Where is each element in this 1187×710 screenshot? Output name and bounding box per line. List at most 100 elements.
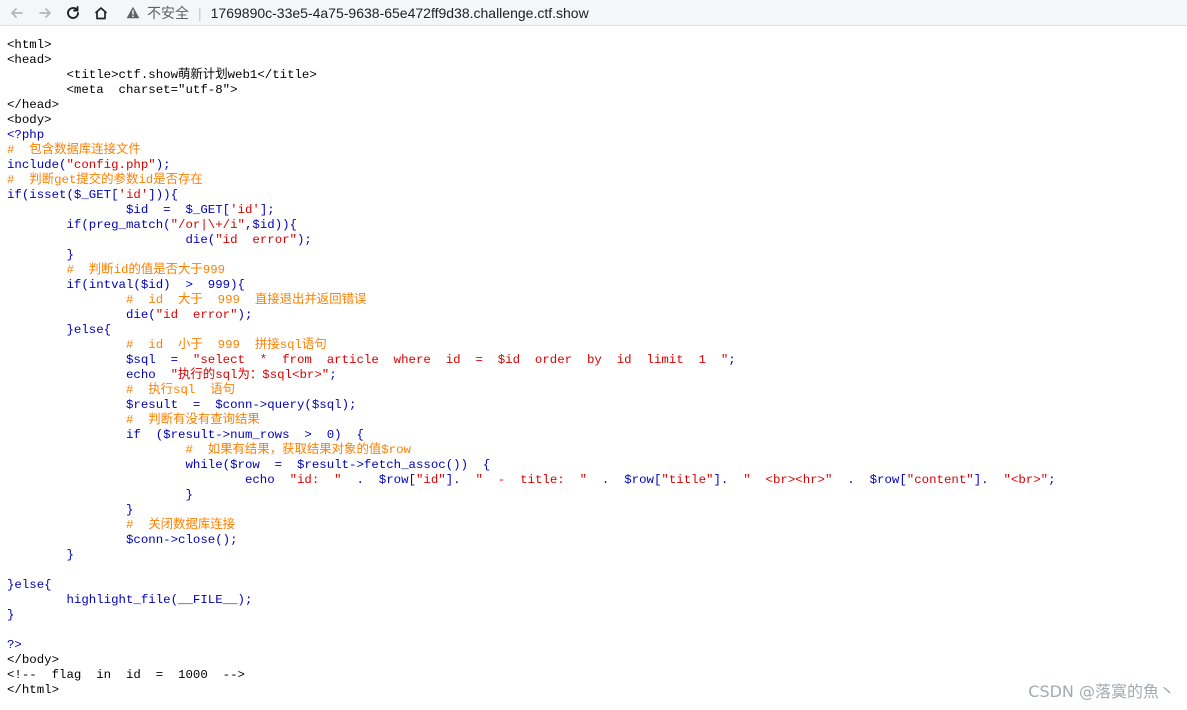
code-line: # 判断id的值是否大于999	[7, 263, 1187, 278]
code-token: "id error"	[215, 233, 297, 247]
code-line: $conn->close();	[7, 533, 1187, 548]
code-token: echo	[7, 473, 290, 487]
code-token: if(intval($id) > 999){	[7, 278, 245, 292]
code-token: ].	[445, 473, 476, 487]
code-token: ];	[259, 203, 275, 217]
code-line: die("id error");	[7, 233, 1187, 248]
code-token: <meta charset="utf-8">	[7, 83, 238, 97]
code-token: ].	[973, 473, 1004, 487]
code-line: # 执行sql 语句	[7, 383, 1187, 398]
insecure-label[interactable]: 不安全	[147, 3, 189, 23]
code-token: if ($result->num_rows > 0) {	[7, 428, 364, 442]
forward-arrow-icon	[39, 7, 51, 18]
warning-icon[interactable]	[126, 6, 140, 19]
code-token: "content"	[906, 473, 974, 487]
code-token: # 包含数据库连接文件	[7, 143, 141, 157]
code-line: <!-- flag in id = 1000 -->	[7, 668, 1187, 683]
code-token: <html>	[7, 38, 52, 52]
code-line: }	[7, 488, 1187, 503]
code-line: if(isset($_GET['id'])){	[7, 188, 1187, 203]
code-token: "/or|\+/i"	[170, 218, 245, 232]
code-token: <body>	[7, 113, 52, 127]
code-token: ?>	[7, 638, 22, 652]
code-token: );	[297, 233, 312, 247]
code-token: # 判断有没有查询结果	[7, 413, 260, 427]
code-line: # 判断有没有查询结果	[7, 413, 1187, 428]
php-source-code: <html> <head> <title>ctf.show萌新计划web1</ti…	[7, 38, 1187, 698]
address-bar[interactable]: 不安全 | 1769890c-33e5-4a75-9638-65e472ff9d…	[126, 0, 589, 25]
code-line: }	[7, 608, 1187, 623]
watermark: CSDN @落寞的魚丶	[1028, 682, 1175, 701]
code-token: $conn->close();	[7, 533, 238, 547]
code-line: if ($result->num_rows > 0) {	[7, 428, 1187, 443]
code-line: echo "执行的sql为：$sql<br>";	[7, 368, 1187, 383]
code-token: 'id'	[118, 188, 149, 202]
browser-toolbar: 不安全 | 1769890c-33e5-4a75-9638-65e472ff9d…	[0, 0, 1187, 26]
code-token: $sql =	[7, 353, 193, 367]
url-text[interactable]: 1769890c-33e5-4a75-9638-65e472ff9d38.cha…	[211, 5, 589, 21]
code-line: <meta charset="utf-8">	[7, 83, 1187, 98]
code-token: if(preg_match(	[7, 218, 171, 232]
code-line: <head>	[7, 53, 1187, 68]
code-line: die("id error");	[7, 308, 1187, 323]
code-line: }	[7, 548, 1187, 563]
code-token: }	[7, 488, 193, 502]
code-token: "id error"	[155, 308, 238, 322]
home-button[interactable]	[90, 2, 112, 24]
code-line: ?>	[7, 638, 1187, 653]
code-token: </body>	[7, 653, 60, 667]
code-token: <title>ctf.show萌新计划web1</title>	[7, 68, 317, 82]
reload-button[interactable]	[62, 2, 84, 24]
code-line: </head>	[7, 98, 1187, 113]
code-line: # id 大于 999 直接退出并返回错误	[7, 293, 1187, 308]
back-button[interactable]	[6, 2, 28, 24]
code-token: # 判断get提交的参数id是否存在	[7, 173, 203, 187]
code-line: if(intval($id) > 999){	[7, 278, 1187, 293]
code-token: if(isset($_GET[	[7, 188, 119, 202]
code-token: </head>	[7, 98, 60, 112]
code-token: . $row[	[832, 473, 907, 487]
code-line: # 包含数据库连接文件	[7, 143, 1187, 158]
code-token: "<br>"	[1003, 473, 1049, 487]
code-token: "id: "	[289, 473, 342, 487]
code-token: "id"	[415, 473, 446, 487]
back-arrow-icon	[11, 7, 23, 18]
home-icon	[94, 6, 108, 19]
code-token: # 判断id的值是否大于999	[7, 263, 226, 277]
code-token: ;	[329, 368, 337, 382]
code-token: );	[237, 308, 253, 322]
code-token: while($row = $result->fetch_assoc()) {	[7, 458, 491, 472]
code-line: highlight_file(__FILE__);	[7, 593, 1187, 608]
code-token: # id 大于 999 直接退出并返回错误	[7, 293, 367, 307]
forward-button[interactable]	[34, 2, 56, 24]
code-token: # 如果有结果，获取结果对象的值$row	[7, 443, 411, 457]
code-line: </html>	[7, 683, 1187, 698]
code-line: }else{	[7, 323, 1187, 338]
code-token: # id 小于 999 拼接sql语句	[7, 338, 327, 352]
code-token: );	[155, 158, 171, 172]
code-token: ,$id)){	[244, 218, 298, 232]
code-token: $result = $conn->query($sql);	[7, 398, 357, 412]
code-line: }else{	[7, 578, 1187, 593]
code-token: $id = $_GET[	[7, 203, 231, 217]
code-token: die(	[7, 308, 156, 322]
code-token: include(	[7, 158, 67, 172]
code-line: # 判断get提交的参数id是否存在	[7, 173, 1187, 188]
code-line: $sql = "select * from article where id =…	[7, 353, 1187, 368]
code-token: }else{	[7, 323, 112, 337]
code-line: while($row = $result->fetch_assoc()) {	[7, 458, 1187, 473]
code-token: "执行的sql为：$sql<br>"	[170, 368, 330, 382]
code-token: "select * from article where id = $id or…	[192, 353, 729, 367]
code-token: <!-- flag in id = 1000 -->	[7, 668, 245, 682]
code-token: }	[7, 248, 74, 262]
code-token: ].	[713, 473, 744, 487]
code-token: die(	[7, 233, 216, 247]
code-line: if(preg_match("/or|\+/i",$id)){	[7, 218, 1187, 233]
code-token: # 执行sql 语句	[7, 383, 236, 397]
code-line: <html>	[7, 38, 1187, 53]
code-line: echo "id: " . $row["id"]. " - title: " .…	[7, 473, 1187, 488]
code-token: "title"	[661, 473, 714, 487]
code-token: }	[7, 548, 74, 562]
code-line: </body>	[7, 653, 1187, 668]
